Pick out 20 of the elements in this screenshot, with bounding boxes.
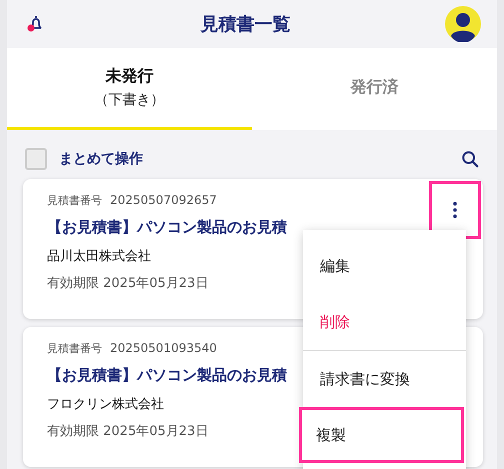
bulk-action-label: まとめて操作	[59, 150, 144, 168]
company-name: フロクリン株式会社	[47, 396, 164, 413]
menu-item[interactable]: 削除	[303, 294, 466, 350]
expiry-date: 有効期限 2025年05月23日	[47, 423, 208, 440]
number-label: 見積書番号	[47, 341, 102, 356]
company-name: 品川太田株式会社	[47, 248, 151, 265]
menu-item[interactable]: 請求書に変換	[303, 351, 466, 407]
search-icon[interactable]	[461, 150, 479, 168]
menu-item[interactable]: 複製	[299, 407, 464, 463]
estimate-number: 20250501093540	[110, 341, 217, 355]
estimate-title: 【お見積書】パソコン製品のお見積	[47, 366, 287, 385]
page-title: 見積書一覧	[199, 13, 292, 36]
estimate-title: 【お見積書】パソコン製品のお見積	[47, 218, 287, 237]
more-vert-icon	[452, 201, 458, 219]
avatar-icon[interactable]	[445, 6, 481, 42]
number-label: 見積書番号	[47, 193, 102, 208]
checkbox[interactable]	[25, 148, 47, 170]
estimate-number: 20250507092657	[110, 193, 217, 207]
expiry-date: 有効期限 2025年05月23日	[47, 275, 208, 292]
menu-item[interactable]: 編集	[303, 238, 466, 294]
